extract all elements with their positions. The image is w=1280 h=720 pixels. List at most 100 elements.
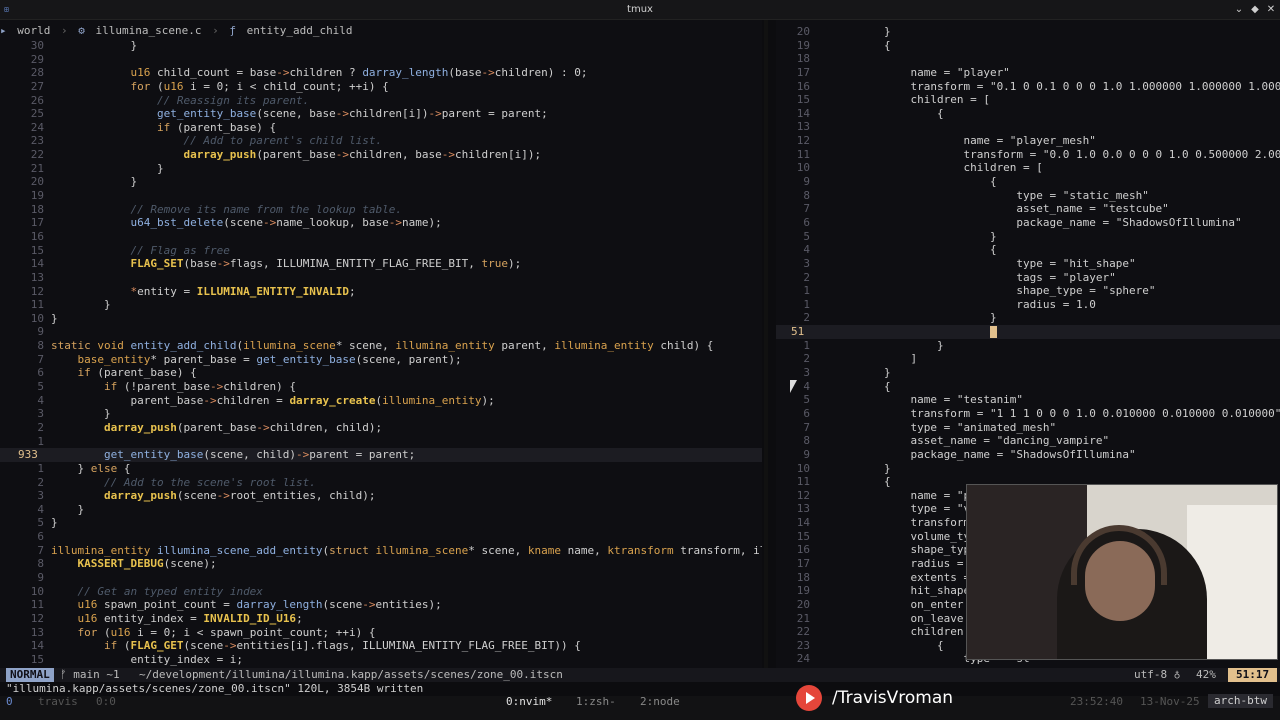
code-line[interactable]: 2 tags = "player"	[776, 271, 1280, 285]
code-line[interactable]: 11 }	[0, 298, 762, 312]
minimize-button[interactable]: ⌄	[1232, 3, 1246, 17]
code-line[interactable]: 18 // Remove its name from the lookup ta…	[0, 203, 762, 217]
code-line[interactable]: 15 children = [	[776, 93, 1280, 107]
code-line[interactable]: 20 }	[0, 175, 762, 189]
code-line[interactable]: 11 transform = "0.0 1.0 0.0 0 0 0 1.0 0.…	[776, 148, 1280, 162]
code-line[interactable]: 3 }	[0, 407, 762, 421]
code-line[interactable]: 6	[0, 530, 762, 544]
code-line[interactable]: 8 type = "static_mesh"	[776, 189, 1280, 203]
code-line[interactable]: 10 children = [	[776, 161, 1280, 175]
code-text: get_entity_base(scene, base->children[i]…	[51, 107, 548, 121]
code-line[interactable]: 4 {	[776, 243, 1280, 257]
code-line[interactable]: 4 {	[776, 380, 1280, 394]
code-token: tags = "player"	[831, 270, 1116, 284]
code-line[interactable]: 10 }	[776, 462, 1280, 476]
code-line[interactable]: 7 illumina_entity illumina_scene_add_enti…	[0, 544, 762, 558]
code-line[interactable]: 1 } else {	[0, 462, 762, 476]
code-line[interactable]: 28 u16 child_count = base->children ? da…	[0, 66, 762, 80]
code-line[interactable]: 17 u64_bst_delete(scene->name_lookup, ba…	[0, 216, 762, 230]
code-line[interactable]: 8 static void entity_add_child(illumina_s…	[0, 339, 762, 353]
code-line[interactable]: 16	[0, 230, 762, 244]
code-line[interactable]: 7 type = "animated_mesh"	[776, 421, 1280, 435]
code-line[interactable]: 1 radius = 1.0	[776, 298, 1280, 312]
code-line[interactable]: 29	[0, 53, 762, 67]
code-line[interactable]: 8 KASSERT_DEBUG(scene);	[0, 557, 762, 571]
code-line[interactable]: 14 if (FLAG_GET(scene->entities[i].flags…	[0, 639, 762, 653]
pane-splitter[interactable]	[764, 20, 768, 668]
code-line[interactable]: 10 // Get an typed entity index	[0, 585, 762, 599]
code-line[interactable]: 9 package_name = "ShadowsOfIllumina"	[776, 448, 1280, 462]
code-line[interactable]: 7 base_entity* parent_base = get_entity_…	[0, 353, 762, 367]
code-line[interactable]: 26 // Reassign its parent.	[0, 94, 762, 108]
code-line[interactable]: 17 name = "player"	[776, 66, 1280, 80]
code-text: // Remove its name from the lookup table…	[51, 203, 402, 217]
code-line[interactable]: 30 }	[0, 39, 762, 53]
code-line[interactable]: 7 asset_name = "testcube"	[776, 202, 1280, 216]
code-line[interactable]: 9 {	[776, 175, 1280, 189]
editor-pane-left[interactable]: ▸ world › ⚙ illumina_scene.c › ƒ entity_…	[0, 20, 762, 668]
code-line[interactable]: 27 for (u16 i = 0; i < child_count; ++i)…	[0, 80, 762, 94]
code-line[interactable]: 9	[0, 325, 762, 339]
code-line[interactable]: 12 u16 entity_index = INVALID_ID_U16;	[0, 612, 762, 626]
code-line[interactable]: 21 }	[0, 162, 762, 176]
code-line[interactable]: 19	[0, 189, 762, 203]
code-line[interactable]: 25 get_entity_base(scene, base->children…	[0, 107, 762, 121]
code-line[interactable]: 20 }	[776, 25, 1280, 39]
code-line[interactable]: 14 FLAG_SET(base->flags, ILLUMINA_ENTITY…	[0, 257, 762, 271]
code-line[interactable]: 2 }	[776, 311, 1280, 325]
breadcrumb-item-function[interactable]: entity_add_child	[247, 24, 353, 37]
code-line[interactable]: 13	[0, 271, 762, 285]
code-token: name = "player_mesh"	[831, 134, 1096, 148]
code-line[interactable]: 1	[0, 435, 762, 449]
code-line[interactable]: 2 darray_push(parent_base->children, chi…	[0, 421, 762, 435]
current-line[interactable]: 933 get_entity_base(scene, child)->paren…	[0, 448, 762, 462]
tmux-window-nvim[interactable]: 0:nvim*	[506, 696, 552, 708]
breadcrumb-item-file[interactable]: illumina_scene.c	[96, 24, 202, 37]
code-line[interactable]: 4 parent_base->children = darray_create(…	[0, 394, 762, 408]
code-line[interactable]: 9	[0, 571, 762, 585]
maximize-button[interactable]: ◆	[1248, 3, 1262, 17]
code-line[interactable]: 15 // Flag as free	[0, 244, 762, 258]
code-line[interactable]: 22 darray_push(parent_base->children, ba…	[0, 148, 762, 162]
code-line[interactable]: 19 {	[776, 39, 1280, 53]
code-line[interactable]: 15 entity_index = i;	[0, 653, 762, 667]
code-line[interactable]: 23 // Add to parent's child list.	[0, 134, 762, 148]
code-line[interactable]: 5 name = "testanim"	[776, 393, 1280, 407]
tmux-window-zsh[interactable]: 1:zsh-	[576, 696, 616, 708]
code-line[interactable]: 5}	[0, 516, 762, 530]
line-number: 3	[37, 489, 44, 503]
code-line[interactable]: 12 *entity = ILLUMINA_ENTITY_INVALID;	[0, 285, 762, 299]
code-line[interactable]: 12 name = "player_mesh"	[776, 134, 1280, 148]
code-line[interactable]: 6 transform = "1 1 1 0 0 0 1.0 0.010000 …	[776, 407, 1280, 421]
close-button[interactable]: ✕	[1264, 3, 1278, 17]
code-line[interactable]: 18	[776, 52, 1280, 66]
code-line[interactable]: 2 ]	[776, 352, 1280, 366]
code-line[interactable]: 11 u16 spawn_point_count = darray_length…	[0, 598, 762, 612]
code-line[interactable]: 24 if (parent_base) {	[0, 121, 762, 135]
code-lines-left[interactable]: 30 } 29 28 u16 child_count = base->childre…	[0, 39, 762, 666]
breadcrumb-item-world[interactable]: world	[17, 24, 50, 37]
code-token: }	[51, 311, 58, 325]
code-line[interactable]: 6 if (parent_base) {	[0, 366, 762, 380]
code-line[interactable]: 16 transform = "0.1 0 0.1 0 0 0 1.0 1.00…	[776, 80, 1280, 94]
code-line[interactable]: 3 type = "hit_shape"	[776, 257, 1280, 271]
code-line[interactable]: 3 }	[776, 366, 1280, 380]
code-line[interactable]: 13 for (u16 i = 0; i < spawn_point_count…	[0, 626, 762, 640]
code-line[interactable]: 6 package_name = "ShadowsOfIllumina"	[776, 216, 1280, 230]
code-line[interactable]: 10}	[0, 312, 762, 326]
code-line[interactable]: 13	[776, 120, 1280, 134]
tmux-window-node[interactable]: 2:node	[640, 696, 680, 708]
vim-command-line[interactable]: "illumina.kapp/assets/scenes/zone_00.its…	[6, 682, 423, 696]
current-line[interactable]: 51	[776, 325, 1280, 339]
code-line[interactable]: 4 }	[0, 503, 762, 517]
code-line[interactable]: 5 if (!parent_base->children) {	[0, 380, 762, 394]
code-line[interactable]: 3 darray_push(scene->root_entities, chil…	[0, 489, 762, 503]
code-line[interactable]: 2 // Add to the scene's root list.	[0, 476, 762, 490]
code-line[interactable]: 1 }	[776, 339, 1280, 353]
code-line[interactable]: 5 }	[776, 230, 1280, 244]
code-line[interactable]: 8 asset_name = "dancing_vampire"	[776, 434, 1280, 448]
code-line[interactable]: 1 shape_type = "sphere"	[776, 284, 1280, 298]
tmux-status-bar: 0 travis 0:0 0:nvim* 1:zsh- 2:node 23:52…	[0, 694, 1280, 720]
code-line[interactable]: 14 {	[776, 107, 1280, 121]
